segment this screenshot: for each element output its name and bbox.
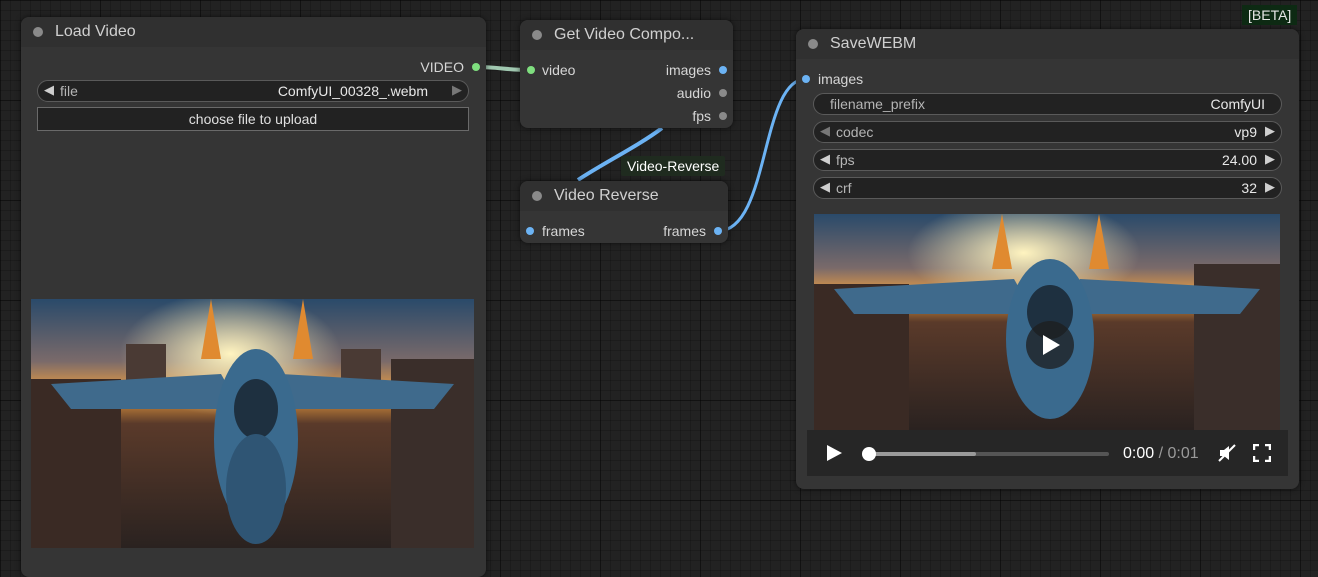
- beta-badge: [BETA]: [1242, 5, 1298, 25]
- widget-value: 24.00: [1221, 152, 1257, 168]
- input-label-images: images: [818, 71, 864, 87]
- fps-number-widget[interactable]: ◀ fps 24.00 ▶: [813, 149, 1282, 171]
- node-title: SaveWEBM: [830, 35, 917, 52]
- left-arrow-icon[interactable]: ◀: [820, 179, 830, 195]
- time-separator: /: [1154, 445, 1168, 462]
- left-arrow-icon[interactable]: ◀: [44, 82, 54, 98]
- node-title-bar[interactable]: SaveWEBM: [796, 29, 1299, 59]
- collapse-dot-icon[interactable]: [33, 27, 43, 37]
- widget-label: codec: [836, 124, 874, 140]
- progress-track[interactable]: [868, 452, 1109, 456]
- video-reverse-node[interactable]: Video Reverse frames frames: [520, 181, 728, 243]
- output-label-video: VIDEO: [420, 59, 464, 75]
- duration: 0:01: [1167, 445, 1199, 462]
- widget-value: ComfyUI_00328_.webm: [277, 83, 428, 99]
- load-video-node[interactable]: Load Video VIDEO ◀ file ComfyUI_00328_.w…: [21, 17, 486, 577]
- collapse-dot-icon[interactable]: [532, 30, 542, 40]
- progress-thumb[interactable]: [862, 447, 876, 461]
- output-slot-video[interactable]: [472, 63, 480, 71]
- right-arrow-icon[interactable]: ▶: [1265, 123, 1275, 139]
- node-title: Load Video: [55, 23, 136, 40]
- left-arrow-icon[interactable]: ◀: [820, 151, 830, 167]
- left-arrow-icon[interactable]: ◀: [820, 123, 830, 139]
- mute-icon[interactable]: [1218, 444, 1236, 462]
- filename-prefix-widget[interactable]: filename_prefix ComfyUI: [813, 93, 1282, 115]
- codec-combo-widget[interactable]: ◀ codec vp9 ▶: [813, 121, 1282, 143]
- get-video-components-node[interactable]: Get Video Compo... video images audio fp…: [520, 20, 733, 128]
- node-title-bar[interactable]: Video Reverse: [520, 181, 728, 211]
- node-title: Get Video Compo...: [554, 26, 695, 43]
- file-combo-widget[interactable]: ◀ file ComfyUI_00328_.webm ▶: [37, 80, 469, 102]
- output-label-fps: fps: [692, 108, 711, 124]
- widget-value: ComfyUI: [1210, 96, 1265, 112]
- upload-button[interactable]: choose file to upload: [37, 107, 469, 131]
- fullscreen-icon[interactable]: [1253, 444, 1271, 462]
- output-slot-frames[interactable]: [714, 227, 722, 235]
- video-player-frame[interactable]: [814, 214, 1280, 430]
- input-label-frames: frames: [542, 223, 585, 239]
- output-label-audio: audio: [676, 85, 711, 101]
- widget-label: filename_prefix: [830, 96, 925, 112]
- widget-value: 32: [1241, 180, 1257, 196]
- input-label-video: video: [542, 62, 576, 78]
- collapse-dot-icon[interactable]: [532, 191, 542, 201]
- right-arrow-icon[interactable]: ▶: [452, 82, 462, 98]
- time-display: 0:00 / 0:01: [1123, 445, 1199, 463]
- progress-buffered: [868, 452, 977, 456]
- save-webm-node[interactable]: SaveWEBM images filename_prefix ComfyUI …: [796, 29, 1299, 489]
- input-slot-video[interactable]: [527, 66, 535, 74]
- video-controls-bar: 0:00 / 0:01: [807, 430, 1288, 476]
- node-title-bar[interactable]: Load Video: [21, 17, 486, 47]
- output-label-frames: frames: [663, 223, 706, 239]
- crf-number-widget[interactable]: ◀ crf 32 ▶: [813, 177, 1282, 199]
- current-time: 0:00: [1123, 445, 1155, 462]
- collapse-dot-icon[interactable]: [808, 39, 818, 49]
- widget-label: fps: [836, 152, 855, 168]
- node-title: Video Reverse: [554, 187, 659, 204]
- output-label-images: images: [665, 62, 711, 78]
- widget-label: crf: [836, 180, 852, 196]
- output-slot-images[interactable]: [719, 66, 727, 74]
- input-slot-images[interactable]: [802, 75, 810, 83]
- output-slot-fps[interactable]: [719, 112, 727, 120]
- right-arrow-icon[interactable]: ▶: [1265, 179, 1275, 195]
- input-slot-frames[interactable]: [526, 227, 534, 235]
- right-arrow-icon[interactable]: ▶: [1265, 151, 1275, 167]
- widget-label: file: [60, 83, 78, 99]
- widget-value: vp9: [1234, 124, 1257, 140]
- output-slot-audio[interactable]: [719, 89, 727, 97]
- node-title-bar[interactable]: Get Video Compo...: [520, 20, 733, 50]
- video-preview-image: [31, 299, 474, 548]
- play-icon[interactable]: [825, 444, 843, 462]
- group-label[interactable]: Video-Reverse: [621, 156, 726, 176]
